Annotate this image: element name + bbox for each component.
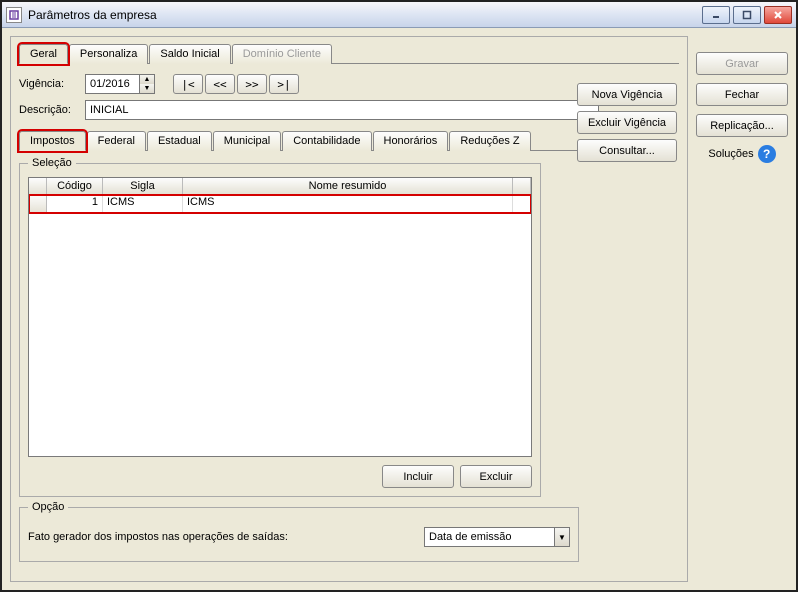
tab-geral[interactable]: Geral [19, 44, 68, 64]
window-title: Parâmetros da empresa [28, 8, 702, 22]
nova-vigencia-button[interactable]: Nova Vigência [577, 83, 677, 106]
vigencia-up-icon[interactable]: ▲ [140, 75, 154, 84]
tab-impostos[interactable]: Impostos [19, 131, 86, 151]
selecao-legend: Seleção [28, 157, 76, 169]
grid-buttons: Incluir Excluir [28, 465, 532, 488]
replicacao-button[interactable]: Replicação... [696, 114, 788, 137]
app-icon [6, 7, 22, 23]
vigencia-nav: |< << >> >| [173, 74, 299, 94]
fechar-button[interactable]: Fechar [696, 83, 788, 106]
right-panel: Gravar Fechar Replicação... Soluções ? [696, 36, 788, 582]
cell-codigo[interactable]: 1 [47, 195, 103, 213]
minimize-button[interactable] [702, 6, 730, 24]
selecao-fieldset: Seleção Código Sigla Nome resumido [19, 157, 541, 497]
tab-contabilidade[interactable]: Contabilidade [282, 131, 371, 151]
tab-municipal[interactable]: Municipal [213, 131, 281, 151]
nav-last-button[interactable]: >| [269, 74, 299, 94]
descricao-input[interactable] [85, 100, 599, 120]
titlebar: Parâmetros da empresa [2, 2, 796, 28]
nav-next-button[interactable]: >> [237, 74, 267, 94]
opcao-fieldset: Opção Fato gerador dos impostos nas oper… [19, 501, 579, 562]
vigencia-row: Vigência: ▲ ▼ |< << >> >| [19, 74, 599, 94]
window-controls [702, 6, 792, 24]
grid-corner [29, 178, 47, 194]
excluir-vigencia-button[interactable]: Excluir Vigência [577, 111, 677, 134]
cell-nome[interactable]: ICMS [183, 195, 513, 213]
impostos-grid[interactable]: Código Sigla Nome resumido 1 ICMS ICMS [28, 177, 532, 457]
main-tabs: Geral Personaliza Saldo Inicial Domínio … [19, 43, 679, 64]
help-icon[interactable]: ? [758, 145, 776, 163]
gravar-button: Gravar [696, 52, 788, 75]
cell-sigla[interactable]: ICMS [103, 195, 183, 213]
consultar-button[interactable]: Consultar... [577, 139, 677, 162]
tab-saldo-inicial[interactable]: Saldo Inicial [149, 44, 230, 64]
dropdown-arrow-icon[interactable]: ▼ [554, 527, 570, 547]
app-window: Parâmetros da empresa Geral Personaliza … [0, 0, 798, 592]
nav-first-button[interactable]: |< [173, 74, 203, 94]
col-end [513, 178, 531, 194]
tab-personaliza[interactable]: Personaliza [69, 44, 148, 64]
incluir-button[interactable]: Incluir [382, 465, 454, 488]
fato-gerador-dropdown[interactable]: ▼ [424, 527, 570, 547]
tab-estadual[interactable]: Estadual [147, 131, 212, 151]
maximize-button[interactable] [733, 6, 761, 24]
col-nome-resumido[interactable]: Nome resumido [183, 178, 513, 194]
nav-prev-button[interactable]: << [205, 74, 235, 94]
tab-dominio-cliente: Domínio Cliente [232, 44, 332, 64]
solucoes-label[interactable]: Soluções [708, 148, 753, 160]
vigencia-side-buttons: Nova Vigência Excluir Vigência Consultar… [577, 83, 677, 162]
excluir-button[interactable]: Excluir [460, 465, 532, 488]
vigencia-spinner[interactable]: ▲ ▼ [85, 74, 155, 94]
row-header[interactable] [29, 195, 47, 213]
vigencia-label: Vigência: [19, 78, 79, 90]
fato-gerador-label: Fato gerador dos impostos nas operações … [28, 531, 288, 543]
fato-gerador-value[interactable] [424, 527, 554, 547]
table-row[interactable]: 1 ICMS ICMS [29, 195, 531, 213]
tab-honorarios[interactable]: Honorários [373, 131, 449, 151]
tab-federal[interactable]: Federal [87, 131, 146, 151]
grid-header: Código Sigla Nome resumido [29, 178, 531, 195]
col-sigla[interactable]: Sigla [103, 178, 183, 194]
sub-tabs: Impostos Federal Estadual Municipal Cont… [19, 130, 599, 151]
vigencia-down-icon[interactable]: ▼ [140, 84, 154, 93]
opcao-legend: Opção [28, 501, 68, 513]
descricao-row: Descrição: [19, 100, 599, 120]
vigencia-input[interactable] [85, 74, 139, 94]
close-button[interactable] [764, 6, 792, 24]
tab-reducoes-z[interactable]: Reduções Z [449, 131, 530, 151]
col-codigo[interactable]: Código [47, 178, 103, 194]
descricao-label: Descrição: [19, 104, 79, 116]
